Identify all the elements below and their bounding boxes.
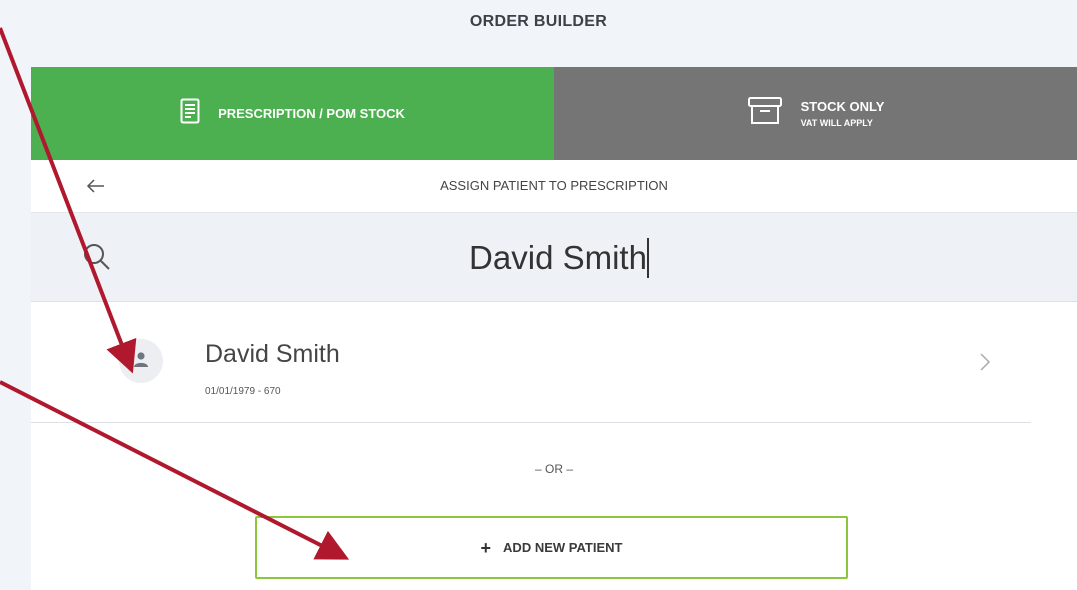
add-new-patient-button[interactable]: + ADD NEW PATIENT <box>255 516 848 579</box>
order-type-tabs: PRESCRIPTION / POM STOCK STOCK ONLY VAT … <box>31 67 1077 160</box>
tab-stock-only[interactable]: STOCK ONLY VAT WILL APPLY <box>554 67 1077 160</box>
chevron-right-icon <box>977 350 993 374</box>
patient-dob-id: 01/01/1979 - 670 <box>205 386 281 397</box>
assign-patient-header: ASSIGN PATIENT TO PRESCRIPTION <box>31 160 1077 213</box>
or-divider: – OR – <box>534 462 573 476</box>
subheader-title: ASSIGN PATIENT TO PRESCRIPTION <box>440 178 668 193</box>
document-icon <box>180 98 200 129</box>
avatar <box>119 339 163 383</box>
tab-prescription-label: PRESCRIPTION / POM STOCK <box>218 106 405 121</box>
tab-prescription-pom-stock[interactable]: PRESCRIPTION / POM STOCK <box>31 67 554 160</box>
page-title: ORDER BUILDER <box>469 13 608 30</box>
archive-box-icon <box>747 96 783 131</box>
tab-stock-sublabel: VAT WILL APPLY <box>800 118 873 128</box>
user-icon <box>133 351 149 372</box>
patient-result-row[interactable]: David Smith 01/01/1979 - 670 <box>31 302 1031 423</box>
tab-stock-label: STOCK ONLY <box>800 99 885 114</box>
text-caret <box>647 238 649 278</box>
back-arrow-icon[interactable] <box>84 174 108 198</box>
patient-search-input[interactable] <box>191 233 925 283</box>
patient-search-bar <box>31 213 1077 302</box>
add-new-patient-label: ADD NEW PATIENT <box>503 540 623 555</box>
plus-icon: + <box>480 537 492 558</box>
search-icon <box>81 241 113 273</box>
patient-name: David Smith <box>205 340 340 368</box>
order-builder-panel: PRESCRIPTION / POM STOCK STOCK ONLY VAT … <box>31 67 1077 590</box>
